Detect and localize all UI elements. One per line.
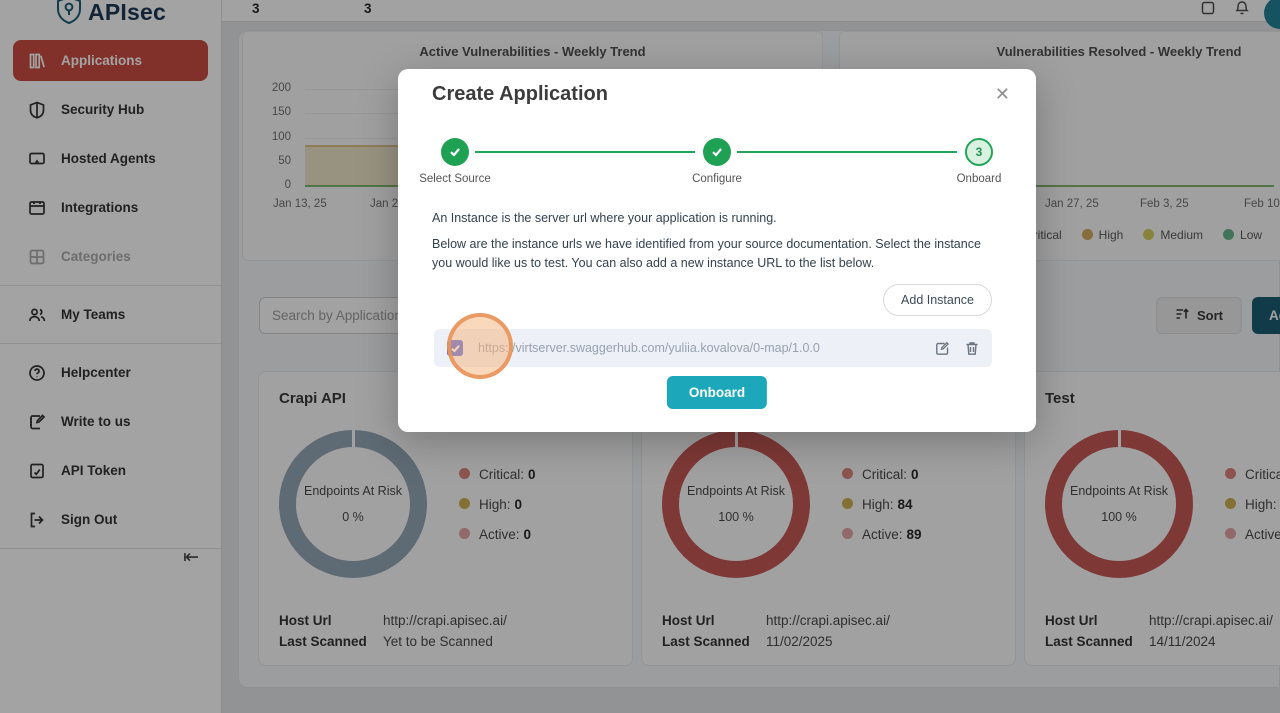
step-onboard-number: 3	[965, 138, 993, 166]
delete-trash-icon[interactable]	[965, 341, 979, 356]
step-connector	[475, 151, 695, 153]
instance-url: https://virtserver.swaggerhub.com/yuliia…	[478, 341, 820, 355]
instance-row: https://virtserver.swaggerhub.com/yuliia…	[434, 329, 992, 367]
close-icon[interactable]: ✕	[989, 82, 1016, 107]
instance-checkbox[interactable]	[447, 340, 463, 356]
create-application-modal: Create Application ✕ 3 Select Source Con…	[398, 69, 1036, 432]
instance-description-text: Below are the instance urls we have iden…	[432, 235, 994, 273]
step-configure-check-icon	[703, 138, 731, 166]
step-select-source-check-icon	[441, 138, 469, 166]
modal-title: Create Application	[432, 83, 608, 106]
step-label: Configure	[647, 173, 787, 185]
instance-intro-text: An Instance is the server url where your…	[432, 211, 777, 225]
add-instance-button[interactable]: Add Instance	[883, 284, 992, 316]
edit-icon[interactable]	[935, 341, 950, 356]
onboard-button[interactable]: Onboard	[667, 376, 767, 409]
step-label: Select Source	[385, 173, 525, 185]
step-connector	[737, 151, 957, 153]
step-label: Onboard	[909, 173, 1049, 185]
